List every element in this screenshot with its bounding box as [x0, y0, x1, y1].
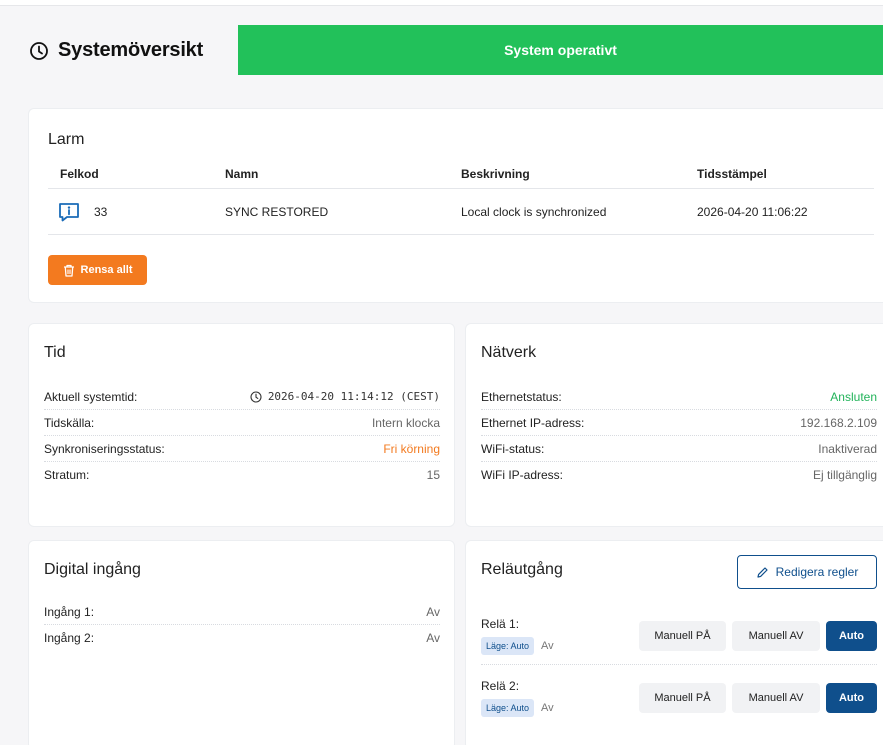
mode-badge: Läge: Auto — [481, 637, 535, 655]
sync-status-label: Synkroniseringsstatus: — [44, 441, 165, 456]
page-title: Systemöversikt — [58, 39, 204, 61]
input-2-label: Ingång 2: — [44, 631, 95, 645]
clock-icon — [250, 390, 262, 403]
alarm-card-title: Larm — [48, 131, 85, 148]
alarm-timestamp: 2026-04-20 11:06:22 — [697, 204, 808, 219]
list-item: WiFi IP-adress: Ej tillgänglig — [481, 462, 877, 488]
network-card-title: Nätverk — [481, 344, 537, 361]
time-source-label: Tidskälla: — [44, 415, 95, 430]
input-1-label: Ingång 1: — [44, 604, 95, 619]
column-header-description: Beskrivning — [461, 166, 530, 181]
system-time-value-group: 2026-04-20 11:14:12 (CEST) — [250, 390, 440, 403]
relay-2-meta: Läge: Auto Av — [481, 699, 554, 717]
relay-output-card: Reläutgång Redigera regler Relä 1: Läge:… — [465, 540, 883, 745]
wifi-status-label: WiFi-status: — [481, 441, 545, 456]
list-item: Ethernet IP-adress: 192.168.2.109 — [481, 410, 877, 436]
table-row[interactable]: 33 SYNC RESTORED Local clock is synchron… — [48, 189, 874, 235]
system-time-value: 2026-04-20 11:14:12 (CEST) — [267, 390, 440, 403]
digital-input-list: Ingång 1: Av Ingång 2: Av — [44, 599, 440, 651]
relay-1-name: Relä 1: — [481, 617, 520, 631]
digital-input-title: Digital ingång — [44, 561, 141, 578]
relay-1-meta: Läge: Auto Av — [481, 637, 554, 655]
relay-row-1: Relä 1: Läge: Auto Av Manuell PÅ Manuell… — [481, 607, 877, 665]
list-item: Stratum: 15 — [44, 462, 440, 488]
title-group: Systemöversikt — [29, 39, 203, 62]
wifi-ip-label: WiFi IP-adress: — [481, 468, 564, 482]
clear-all-button[interactable]: Rensa allt — [48, 255, 147, 285]
sync-status-value: Fri körning — [383, 441, 440, 456]
list-item: Ingång 1: Av — [44, 599, 440, 625]
alarm-description: Local clock is synchronized — [461, 204, 607, 219]
relay-1-controls: Manuell PÅ Manuell AV Auto — [639, 621, 877, 651]
ethernet-ip-value: 192.168.2.109 — [800, 415, 877, 430]
time-card: Tid Aktuell systemtid: 2026-04-20 11:14:… — [28, 323, 455, 527]
column-header-timestamp: Tidsstämpel — [697, 166, 767, 181]
network-info-list: Ethernetstatus: Ansluten Ethernet IP-adr… — [481, 384, 877, 488]
system-time-label: Aktuell systemtid: — [44, 389, 138, 404]
network-card: Nätverk Ethernetstatus: Ansluten Etherne… — [465, 323, 883, 527]
list-item: Ingång 2: Av — [44, 625, 440, 651]
relay-1-state: Av — [541, 640, 554, 652]
time-card-title: Tid — [44, 344, 66, 361]
edit-rules-label: Redigera regler — [775, 565, 859, 579]
alarm-code-cell: 33 — [48, 202, 225, 222]
list-item: Aktuell systemtid: 2026-04-20 11:14:12 (… — [44, 384, 440, 410]
relay-1-auto-button[interactable]: Auto — [826, 621, 877, 651]
list-item: Tidskälla: Intern klocka — [44, 410, 440, 436]
clock-icon — [29, 41, 49, 61]
alarm-code: 33 — [94, 204, 108, 219]
alarm-table-header: Felkod Namn Beskrivning Tidsstämpel — [48, 159, 874, 189]
clear-all-label: Rensa allt — [80, 264, 133, 276]
input-2-value: Av — [426, 631, 440, 645]
alarm-name: SYNC RESTORED — [225, 204, 329, 219]
stratum-value: 15 — [426, 468, 440, 482]
pencil-icon — [756, 566, 769, 579]
relay-2-manual-off-button[interactable]: Manuell AV — [732, 683, 820, 713]
list-item: Ethernetstatus: Ansluten — [481, 384, 877, 410]
list-item: WiFi-status: Inaktiverad — [481, 436, 877, 462]
ethernet-status-label: Ethernetstatus: — [481, 389, 562, 404]
info-message-icon — [58, 202, 80, 222]
alarm-table: Felkod Namn Beskrivning Tidsstämpel 33 S… — [48, 159, 874, 235]
input-1-value: Av — [426, 604, 440, 619]
edit-rules-button[interactable]: Redigera regler — [737, 555, 877, 589]
relay-row-2: Relä 2: Läge: Auto Av Manuell PÅ Manuell… — [481, 669, 877, 727]
page-header: Systemöversikt System operativt — [0, 6, 883, 91]
list-item: Synkroniseringsstatus: Fri körning — [44, 436, 440, 462]
time-source-value: Intern klocka — [371, 415, 440, 430]
trash-icon — [63, 264, 75, 277]
wifi-ip-value: Ej tillgänglig — [812, 468, 877, 482]
column-header-code: Felkod — [60, 166, 99, 181]
relay-2-manual-on-button[interactable]: Manuell PÅ — [639, 683, 726, 713]
relay-2-state: Av — [541, 702, 554, 714]
relay-2-controls: Manuell PÅ Manuell AV Auto — [639, 683, 877, 713]
alarm-card: Larm Felkod Namn Beskrivning Tidsstämpel… — [28, 108, 883, 303]
ethernet-ip-label: Ethernet IP-adress: — [481, 415, 585, 430]
relay-1-manual-on-button[interactable]: Manuell PÅ — [639, 621, 726, 651]
time-info-list: Aktuell systemtid: 2026-04-20 11:14:12 (… — [44, 384, 440, 488]
wifi-status-value: Inaktiverad — [818, 441, 877, 456]
column-header-name: Namn — [225, 166, 259, 181]
digital-input-card: Digital ingång Ingång 1: Av Ingång 2: Av — [28, 540, 455, 745]
ethernet-status-value: Ansluten — [830, 389, 877, 404]
mode-badge: Läge: Auto — [481, 699, 535, 717]
stratum-label: Stratum: — [44, 468, 90, 482]
system-status-banner: System operativt — [238, 25, 883, 75]
relay-2-auto-button[interactable]: Auto — [826, 683, 877, 713]
relay-1-manual-off-button[interactable]: Manuell AV — [732, 621, 820, 651]
relay-2-name: Relä 2: — [481, 679, 520, 693]
relay-output-title: Reläutgång — [481, 561, 563, 578]
